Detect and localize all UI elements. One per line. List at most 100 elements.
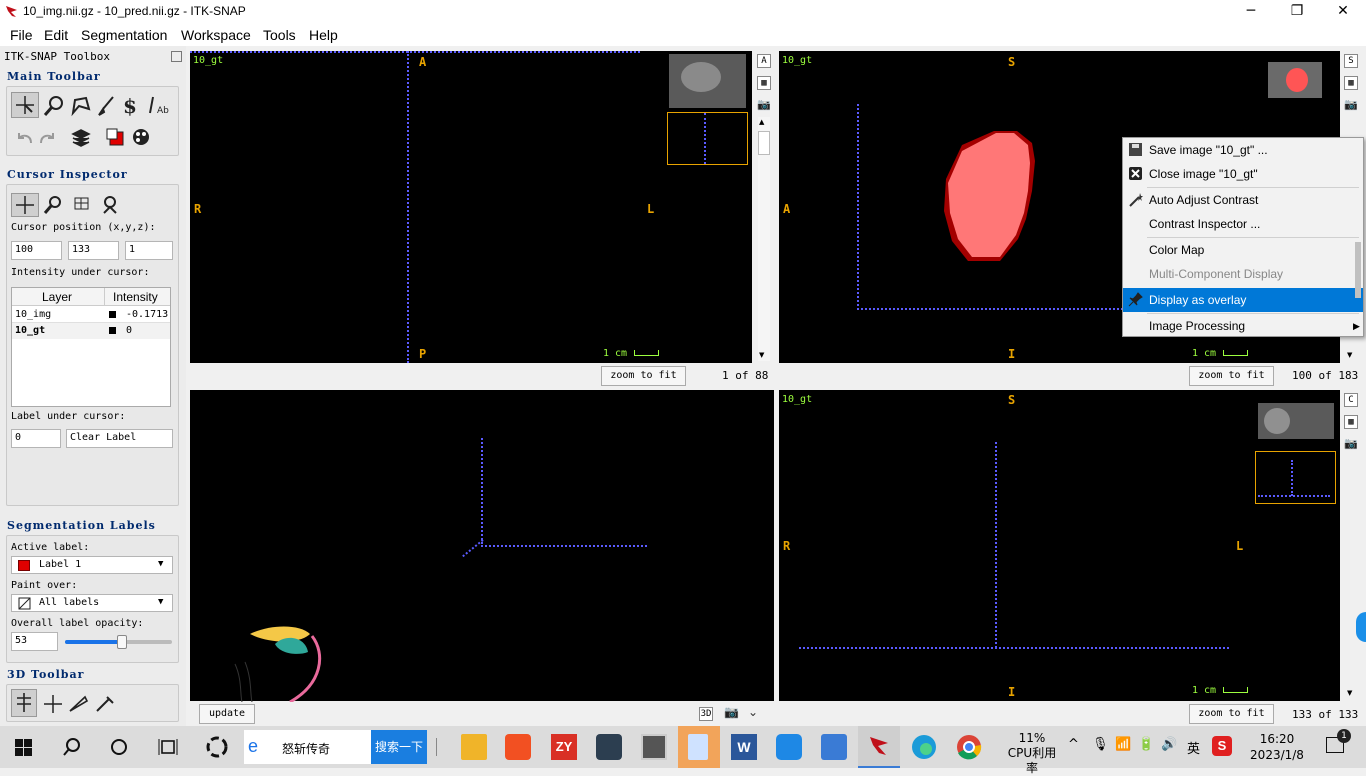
opacity-slider-handle[interactable] — [117, 635, 127, 649]
undock-icon[interactable] — [171, 51, 182, 62]
view-letter-button[interactable]: S — [1344, 54, 1358, 68]
view-letter-button[interactable]: A — [757, 54, 771, 68]
cursor-x-field[interactable]: 100 — [11, 241, 62, 260]
scroll-down-icon[interactable]: ▼ — [1347, 689, 1352, 697]
zoom-to-fit-button[interactable]: zoom to fit — [1189, 704, 1274, 724]
thumbnail-image[interactable] — [669, 54, 746, 108]
file-explorer-icon[interactable] — [461, 734, 487, 760]
edge-icon[interactable] — [911, 734, 937, 760]
chevron-up-icon[interactable]: ^ — [1068, 737, 1079, 752]
layers-icon[interactable] — [71, 127, 91, 147]
windows-start-icon[interactable] — [15, 739, 32, 756]
camera-icon[interactable]: 📷 — [1344, 98, 1358, 111]
menu-item-display-as-overlay[interactable]: Display as overlay — [1123, 288, 1363, 312]
opacity-slider-track[interactable] — [65, 635, 172, 649]
layout-grid-icon[interactable]: ▦ — [1344, 76, 1358, 90]
opacity-field[interactable]: 53 — [11, 632, 58, 651]
volume-icon[interactable]: 🔊 — [1161, 737, 1177, 752]
cursor-z-field[interactable]: 1 — [125, 241, 173, 260]
camera-icon[interactable]: 📷 — [1344, 437, 1358, 450]
slice-scrollbar[interactable]: ▲ ▼ — [758, 117, 770, 361]
label-name-field[interactable]: Clear Label — [66, 429, 173, 448]
view-letter-button[interactable]: C — [1344, 393, 1358, 407]
update-button[interactable]: update — [199, 704, 255, 724]
chrome-icon[interactable] — [956, 734, 982, 760]
thumbnail-image[interactable] — [1258, 403, 1334, 439]
menu-segmentation[interactable]: Segmentation — [81, 27, 167, 43]
table-row[interactable]: 10_gt 0 — [12, 323, 170, 339]
zoom-inspector-icon[interactable] — [43, 195, 63, 215]
itksnap-taskbar-button[interactable] — [858, 726, 900, 768]
menu-workspace[interactable]: Workspace — [181, 27, 251, 43]
snake-tool-icon[interactable]: $ — [121, 93, 143, 117]
label-value-field[interactable]: 0 — [11, 429, 61, 448]
pinwheel-icon[interactable] — [205, 736, 229, 758]
scroll-up-icon[interactable]: ▲ — [759, 118, 764, 126]
maximize-button[interactable]: ❐ — [1274, 0, 1320, 24]
zy-app-icon[interactable]: ZY — [551, 734, 577, 760]
word-icon[interactable]: W — [731, 734, 757, 760]
minimize-button[interactable]: ─ — [1228, 0, 1274, 24]
clock[interactable]: 16:20 2023/1/8 — [1242, 731, 1312, 763]
cat-app-icon[interactable] — [596, 734, 622, 760]
photos-icon[interactable] — [821, 734, 847, 760]
menu-help[interactable]: Help — [309, 27, 338, 43]
foxit-icon[interactable] — [505, 734, 531, 760]
search-icon[interactable] — [63, 738, 81, 756]
battery-icon[interactable]: 🔋 — [1138, 737, 1154, 752]
camera-icon[interactable]: 📷 — [757, 98, 771, 111]
scroll-thumb[interactable] — [758, 131, 770, 155]
notification-icon[interactable]: 1 — [1326, 729, 1351, 753]
3d-crosshair-icon[interactable] — [41, 693, 65, 715]
palette-icon[interactable] — [131, 127, 151, 147]
annotation-tool-icon[interactable]: Ab — [147, 93, 175, 117]
zoom-to-fit-button[interactable]: zoom to fit — [1189, 366, 1274, 386]
layout-grid-icon[interactable]: ▦ — [757, 76, 771, 90]
scroll-down-icon[interactable]: ▼ — [1347, 351, 1352, 359]
crosshair-tool-button[interactable] — [11, 92, 39, 118]
tablet-app-icon[interactable] — [776, 734, 802, 760]
3d-view[interactable] — [190, 390, 774, 702]
side-assistant-tab[interactable] — [1356, 612, 1366, 642]
active-app-highlight[interactable] — [678, 726, 720, 768]
sogou-ime-icon[interactable]: S — [1212, 736, 1232, 756]
menu-item-image-processing[interactable]: Image Processing ▶ — [1123, 314, 1363, 338]
search-button[interactable]: 搜索一下 — [371, 730, 427, 764]
sync-inspector-icon[interactable] — [99, 193, 121, 215]
undo-icon[interactable] — [15, 129, 35, 147]
label-editor-icon[interactable] — [105, 127, 125, 147]
3d-spraypaint-icon[interactable] — [93, 693, 117, 715]
browser-search-box[interactable]: e 怒斩传奇 — [244, 730, 371, 764]
menu-file[interactable]: File — [10, 27, 33, 43]
paintbrush-tool-icon[interactable] — [95, 95, 117, 117]
polygon-tool-icon[interactable] — [69, 95, 91, 117]
scroll-down-icon[interactable]: ▼ — [759, 351, 764, 359]
thumbnail-image[interactable] — [1268, 62, 1322, 98]
wifi-icon[interactable]: 📶 — [1115, 737, 1131, 752]
cpu-usage-widget[interactable]: 11% CPU利用率 — [1003, 731, 1061, 776]
cortana-icon[interactable] — [110, 738, 128, 756]
ime-indicator[interactable]: 英 — [1187, 738, 1200, 757]
camera-icon[interactable]: 📷 — [724, 705, 739, 719]
table-row[interactable]: 10_img -0.1713 — [12, 307, 170, 323]
menu-item-color-map[interactable]: Color Map — [1123, 238, 1363, 262]
axial-view[interactable]: 10_gt A R L P 1 cm — [190, 51, 752, 363]
task-view-icon[interactable] — [158, 738, 178, 756]
layout-grid-icon[interactable]: ▦ — [1344, 415, 1358, 429]
close-button[interactable]: ✕ — [1320, 0, 1366, 24]
inspector-cursor-tab[interactable] — [11, 193, 39, 217]
menu-item-contrast-inspector[interactable]: Contrast Inspector ... — [1123, 212, 1363, 236]
zoom-to-fit-button[interactable]: zoom to fit — [601, 366, 686, 386]
3d-scalpel-icon[interactable] — [67, 693, 91, 715]
menu-edit[interactable]: Edit — [44, 27, 68, 43]
grid-inspector-icon[interactable] — [73, 195, 91, 213]
microphone-icon[interactable]: 🎙 — [1092, 737, 1109, 752]
redo-icon[interactable] — [37, 129, 57, 147]
active-label-select[interactable]: Label 1 ▼ — [11, 556, 173, 574]
3d-mode-button[interactable]: 3D — [699, 707, 713, 721]
chevron-down-icon[interactable]: ⌄ — [748, 705, 758, 719]
paint-over-select[interactable]: All labels ▼ — [11, 594, 173, 612]
zoom-tool-icon[interactable] — [43, 95, 65, 117]
cursor-y-field[interactable]: 133 — [68, 241, 119, 260]
menu-item-save-image[interactable]: Save image "10_gt" ... — [1123, 138, 1363, 162]
